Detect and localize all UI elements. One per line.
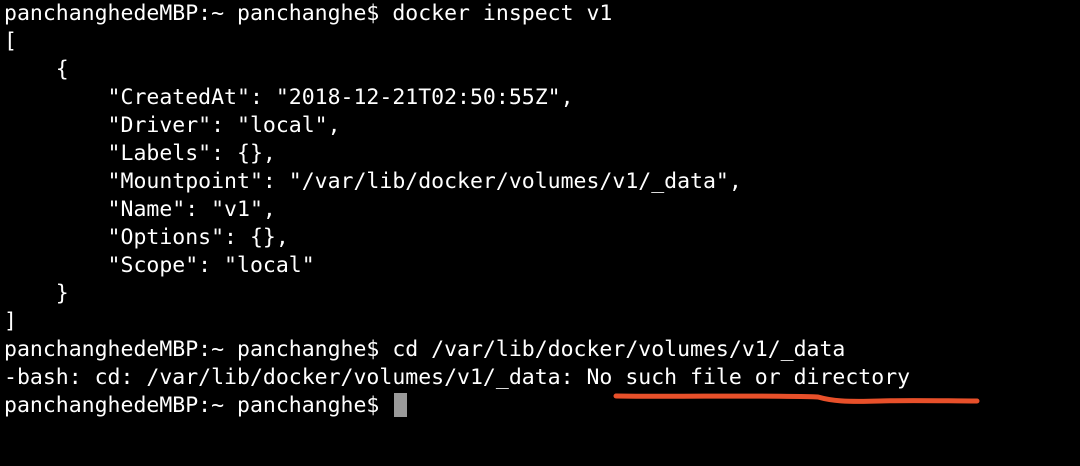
terminal-line-command-inspect: panchanghedeMBP:~ panchanghe$ docker ins…	[4, 1, 613, 26]
terminal-line-json-close-brace: }	[4, 281, 69, 306]
terminal-line-labels: "Labels": {},	[4, 141, 276, 166]
terminal-line-mountpoint: "Mountpoint": "/var/lib/docker/volumes/v…	[4, 169, 742, 194]
terminal-line-command-cd: panchanghedeMBP:~ panchanghe$ cd /var/li…	[4, 337, 846, 362]
terminal-cursor[interactable]	[394, 393, 408, 417]
terminal-line-created-at: "CreatedAt": "2018-12-21T02:50:55Z",	[4, 85, 574, 110]
terminal-line-json-open-brace: {	[4, 57, 69, 82]
terminal-line-error-message: -bash: cd: /var/lib/docker/volumes/v1/_d…	[4, 365, 911, 390]
terminal-line-scope: "Scope": "local"	[4, 253, 315, 278]
terminal-window[interactable]: panchanghedeMBP:~ panchanghe$ docker ins…	[0, 0, 1080, 466]
terminal-line-json-close-bracket: ]	[4, 309, 17, 334]
terminal-line-json-open-bracket: [	[4, 29, 17, 54]
terminal-prompt-line[interactable]: panchanghedeMBP:~ panchanghe$	[4, 392, 408, 420]
terminal-line-driver: "Driver": "local",	[4, 113, 341, 138]
terminal-line-name: "Name": "v1",	[4, 197, 276, 222]
terminal-prompt: panchanghedeMBP:~ panchanghe$	[4, 393, 393, 418]
terminal-line-options: "Options": {},	[4, 225, 289, 250]
